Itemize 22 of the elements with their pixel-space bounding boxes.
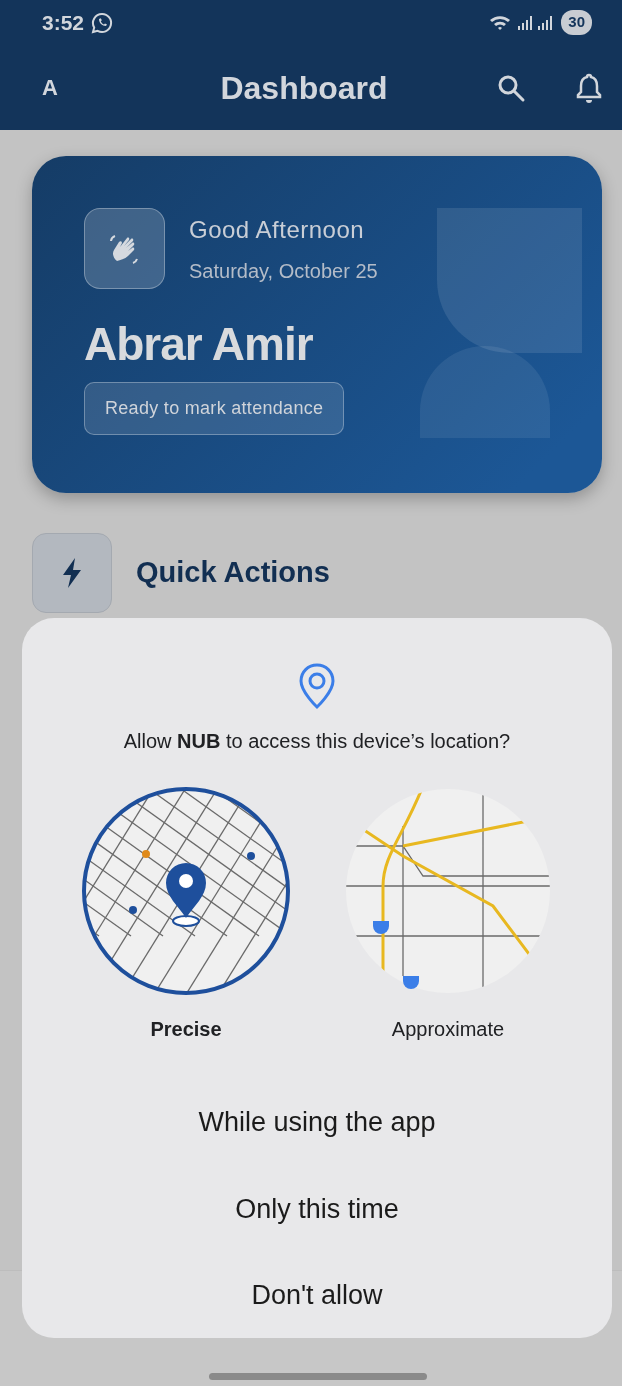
time-text: 3:52 xyxy=(42,9,85,36)
date-text: Saturday, October 25 xyxy=(189,258,378,284)
option-label: Precise xyxy=(150,1017,222,1042)
lightning-icon xyxy=(61,557,83,589)
section-title: Quick Actions xyxy=(136,555,330,591)
chat-icon xyxy=(90,10,115,35)
dialog-button[interactable]: While using the app xyxy=(168,1088,466,1157)
dialog-button[interactable]: Don't allow xyxy=(221,1261,413,1330)
greeting-text: Good Afternoon xyxy=(189,214,366,245)
user-name: Abrar Amir xyxy=(84,319,314,370)
status-chip: Ready to mark attendance xyxy=(84,381,345,435)
location-pin-icon xyxy=(297,662,337,710)
signal-icon xyxy=(537,14,554,31)
permission-prompt: Allow NUB to access this device’s location? xyxy=(122,729,512,754)
avatar-letter[interactable]: A xyxy=(42,71,62,104)
screen-title: Dashboard xyxy=(220,68,388,108)
bell-icon[interactable] xyxy=(574,71,604,104)
signal-icon xyxy=(517,14,534,31)
dialog-button[interactable]: Only this time xyxy=(205,1174,429,1243)
battery-level: 30 xyxy=(561,10,592,35)
option-label: Approximate xyxy=(391,1017,505,1042)
approximate-map-drawing[interactable] xyxy=(343,786,553,996)
